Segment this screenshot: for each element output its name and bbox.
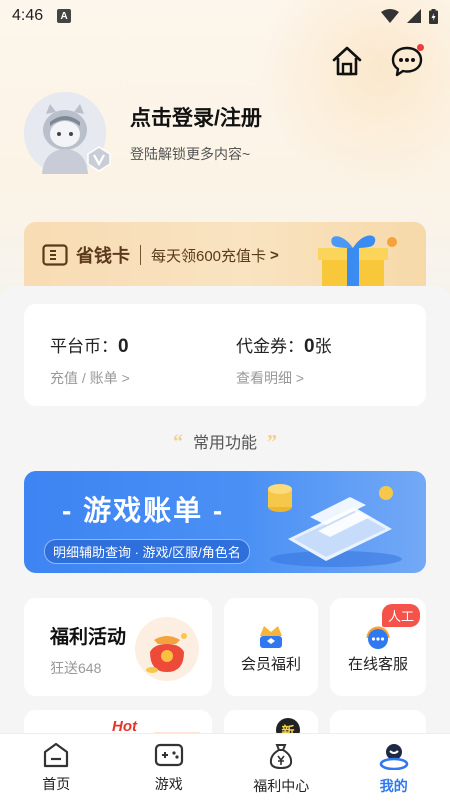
recharge-bill-link[interactable]: 充值 / 账单 > xyxy=(50,368,214,388)
header-actions xyxy=(330,44,424,78)
banner-subtitle: 明细辅助查询 · 游戏/区服/角色名 xyxy=(44,539,250,564)
common-functions-label: 常用功能 xyxy=(192,435,257,452)
member-benefits-tile[interactable]: 会员福利 xyxy=(224,598,318,696)
saving-card-subtitle: 每天领600充值卡 xyxy=(151,247,267,265)
main-content: 平台币：0 充值 / 账单 > 代金券：0张 查看明细 > “常用功能” - 游… xyxy=(0,286,450,746)
lucky-bag-icon xyxy=(135,617,199,681)
voucher-details-link[interactable]: 查看明细 > xyxy=(236,368,400,388)
gift-box-icon xyxy=(318,235,397,288)
banner-title: - 游戏账单 - xyxy=(62,495,225,526)
welfare-subtitle: 狂送648 xyxy=(50,660,102,676)
voucher: 代金券：0张 xyxy=(236,332,400,358)
tab-welfare-center[interactable]: 福利中心 xyxy=(225,734,338,801)
tab-games-label: 游戏 xyxy=(154,776,183,792)
game-bill-banner[interactable]: - 游戏账单 - 明细辅助查询 · 游戏/区服/角色名 xyxy=(24,471,426,573)
recharge-bill-label: 充值 / 账单 xyxy=(50,370,118,386)
money-bag-icon xyxy=(270,744,293,770)
profile-section: 点击登录/注册 登陆解锁更多内容~ xyxy=(24,92,262,174)
saving-card[interactable]: 省钱卡 每天领600充值卡 > xyxy=(24,222,426,288)
tab-home-label: 首页 xyxy=(42,776,71,792)
chevron-right-icon: > xyxy=(295,370,305,386)
online-service-tile[interactable]: 人工 在线客服 xyxy=(330,598,426,696)
tab-games[interactable]: 游戏 xyxy=(113,734,226,801)
bottom-tab-bar: 首页 游戏 福利中心 我的 xyxy=(0,733,450,801)
welfare-title: 福利活动 xyxy=(50,627,127,648)
gamepad-icon xyxy=(154,743,183,767)
notification-a-icon: A xyxy=(57,9,72,23)
login-register-link[interactable]: 点击登录/注册 xyxy=(130,102,262,132)
login-subtitle: 登陆解锁更多内容~ xyxy=(130,146,251,162)
member-benefits-label: 会员福利 xyxy=(240,656,301,673)
tab-mine[interactable]: 我的 xyxy=(338,734,450,801)
platform-coin-value: 0 xyxy=(118,336,129,357)
welfare-activity-tile[interactable]: 福利活动 狂送648 xyxy=(24,598,212,696)
signal-icon xyxy=(407,9,421,23)
saving-card-title: 省钱卡 xyxy=(76,246,130,266)
message-icon[interactable] xyxy=(390,44,424,78)
online-service-label: 在线客服 xyxy=(347,656,408,673)
user-icon xyxy=(379,744,409,770)
unread-dot xyxy=(417,44,424,51)
voucher-label: 代金券： xyxy=(236,337,304,356)
status-bar: 4:46 A xyxy=(0,0,450,32)
voucher-details-label: 查看明细 xyxy=(236,370,292,386)
voucher-value: 0 xyxy=(304,336,315,357)
tab-mine-label: 我的 xyxy=(379,778,408,794)
section-title-common-functions: “ 常用功能 ” xyxy=(0,429,450,454)
wifi-icon xyxy=(381,9,399,23)
tab-home[interactable]: 首页 xyxy=(0,734,113,801)
phone-coins-illustration-icon xyxy=(268,484,402,567)
headset-icon xyxy=(366,626,390,649)
home-tab-icon xyxy=(44,742,69,768)
saving-card-divider xyxy=(140,245,141,265)
crown-icon xyxy=(260,626,282,648)
vip-badge-icon xyxy=(87,146,111,172)
voucher-unit: 张 xyxy=(314,337,332,356)
platform-coin-label: 平台币： xyxy=(50,337,118,356)
avatar[interactable] xyxy=(24,92,111,174)
chevron-right-icon: > xyxy=(270,246,279,264)
quote-right-icon: ” xyxy=(267,431,277,453)
chevron-right-icon: > xyxy=(121,370,130,386)
platform-coin: 平台币：0 xyxy=(50,332,214,358)
wallet-card: 平台币：0 充值 / 账单 > 代金券：0张 查看明细 > xyxy=(24,304,426,406)
card-icon xyxy=(42,244,68,266)
status-time: 4:46 xyxy=(12,7,44,24)
quote-left-icon: “ xyxy=(172,431,183,453)
tab-welfare-center-label: 福利中心 xyxy=(253,778,310,794)
home-icon[interactable] xyxy=(330,44,364,78)
battery-icon xyxy=(429,8,438,24)
